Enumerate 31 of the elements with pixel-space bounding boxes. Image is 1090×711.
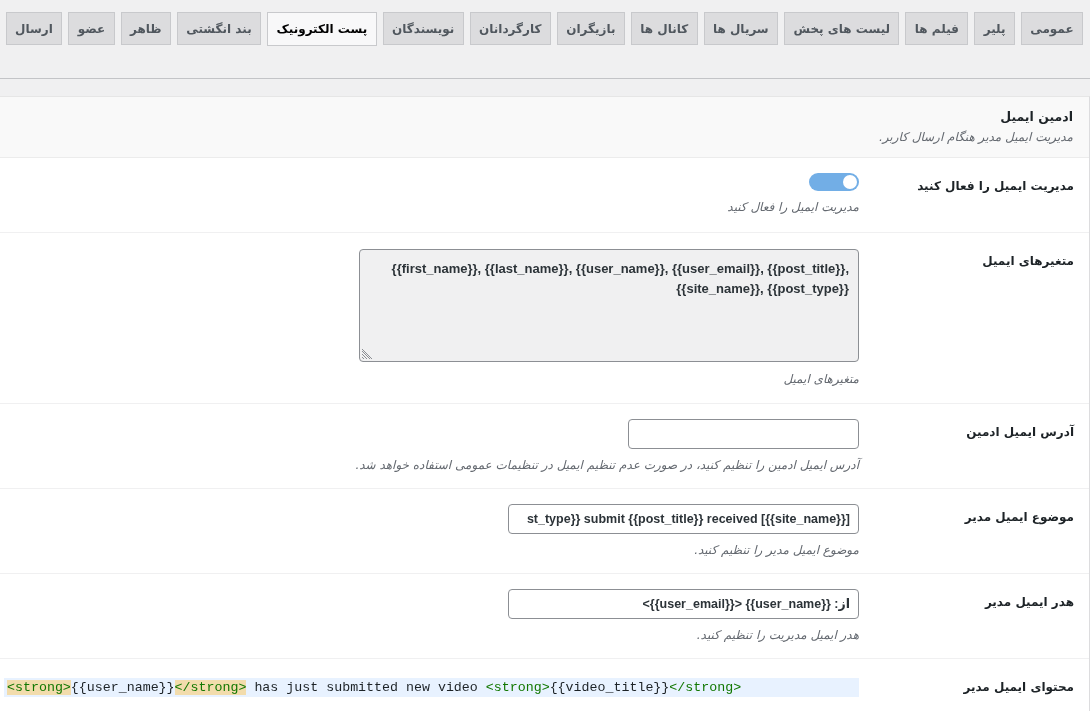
- tab[interactable]: سریال ها: [703, 12, 779, 45]
- setting-label: مدیریت ایمیل را فعال کنید: [917, 178, 1074, 195]
- tab[interactable]: لیست های پخش: [784, 12, 900, 45]
- tab[interactable]: عضو: [68, 12, 115, 45]
- resize-grip-icon[interactable]: [362, 349, 372, 359]
- toggle-switch[interactable]: [809, 173, 859, 191]
- setting-label: محتوای ایمیل مدیر: [963, 679, 1074, 697]
- setting-description: هدر ایمیل مدیریت را تنظیم کنید.: [696, 627, 859, 644]
- tab[interactable]: پست الکترونیک: [267, 12, 377, 46]
- setting-label: هدر ایمیل مدیر: [984, 594, 1074, 611]
- tab[interactable]: کارگردانان: [469, 12, 551, 45]
- tab[interactable]: بازیگران: [556, 12, 625, 45]
- tab[interactable]: بند انگشتی: [176, 12, 262, 45]
- setting-description: متغیرهای ایمیل: [783, 371, 859, 388]
- tab[interactable]: پلیر: [974, 12, 1015, 45]
- tab[interactable]: کانال ها: [630, 12, 698, 45]
- textarea-field[interactable]: {{first_name}}, {{last_name}}, {{user_name}}, {{user_email}}, {{post_title}}, {{site_name}}, {{post_type}}: [359, 249, 859, 362]
- setting-label: آدرس ایمیل ادمین: [966, 423, 1074, 441]
- setting-description: مدیریت ایمیل را فعال کنید: [727, 199, 859, 216]
- section-title: ادمین ایمیل: [1000, 108, 1073, 126]
- setting-description: موضوع ایمیل مدیر را تنظیم کنید.: [694, 542, 859, 559]
- tab[interactable]: فیلم ها: [905, 12, 969, 45]
- section-description: مدیریت ایمیل مدیر هنگام ارسال کاربر.: [878, 129, 1073, 146]
- text-input[interactable]: st_type}} submit {{post_title}} received [{{site_name}}]: [508, 504, 859, 534]
- email-input[interactable]: [628, 419, 859, 449]
- tab[interactable]: نویسندگان: [382, 12, 464, 45]
- tab[interactable]: عمومی: [1020, 12, 1083, 45]
- setting-label: موضوع ایمیل مدیر: [964, 509, 1074, 527]
- tab[interactable]: ارسال: [5, 12, 63, 45]
- setting-label: متغیرهای ایمیل: [982, 253, 1074, 270]
- tab[interactable]: ظاهر: [120, 12, 171, 45]
